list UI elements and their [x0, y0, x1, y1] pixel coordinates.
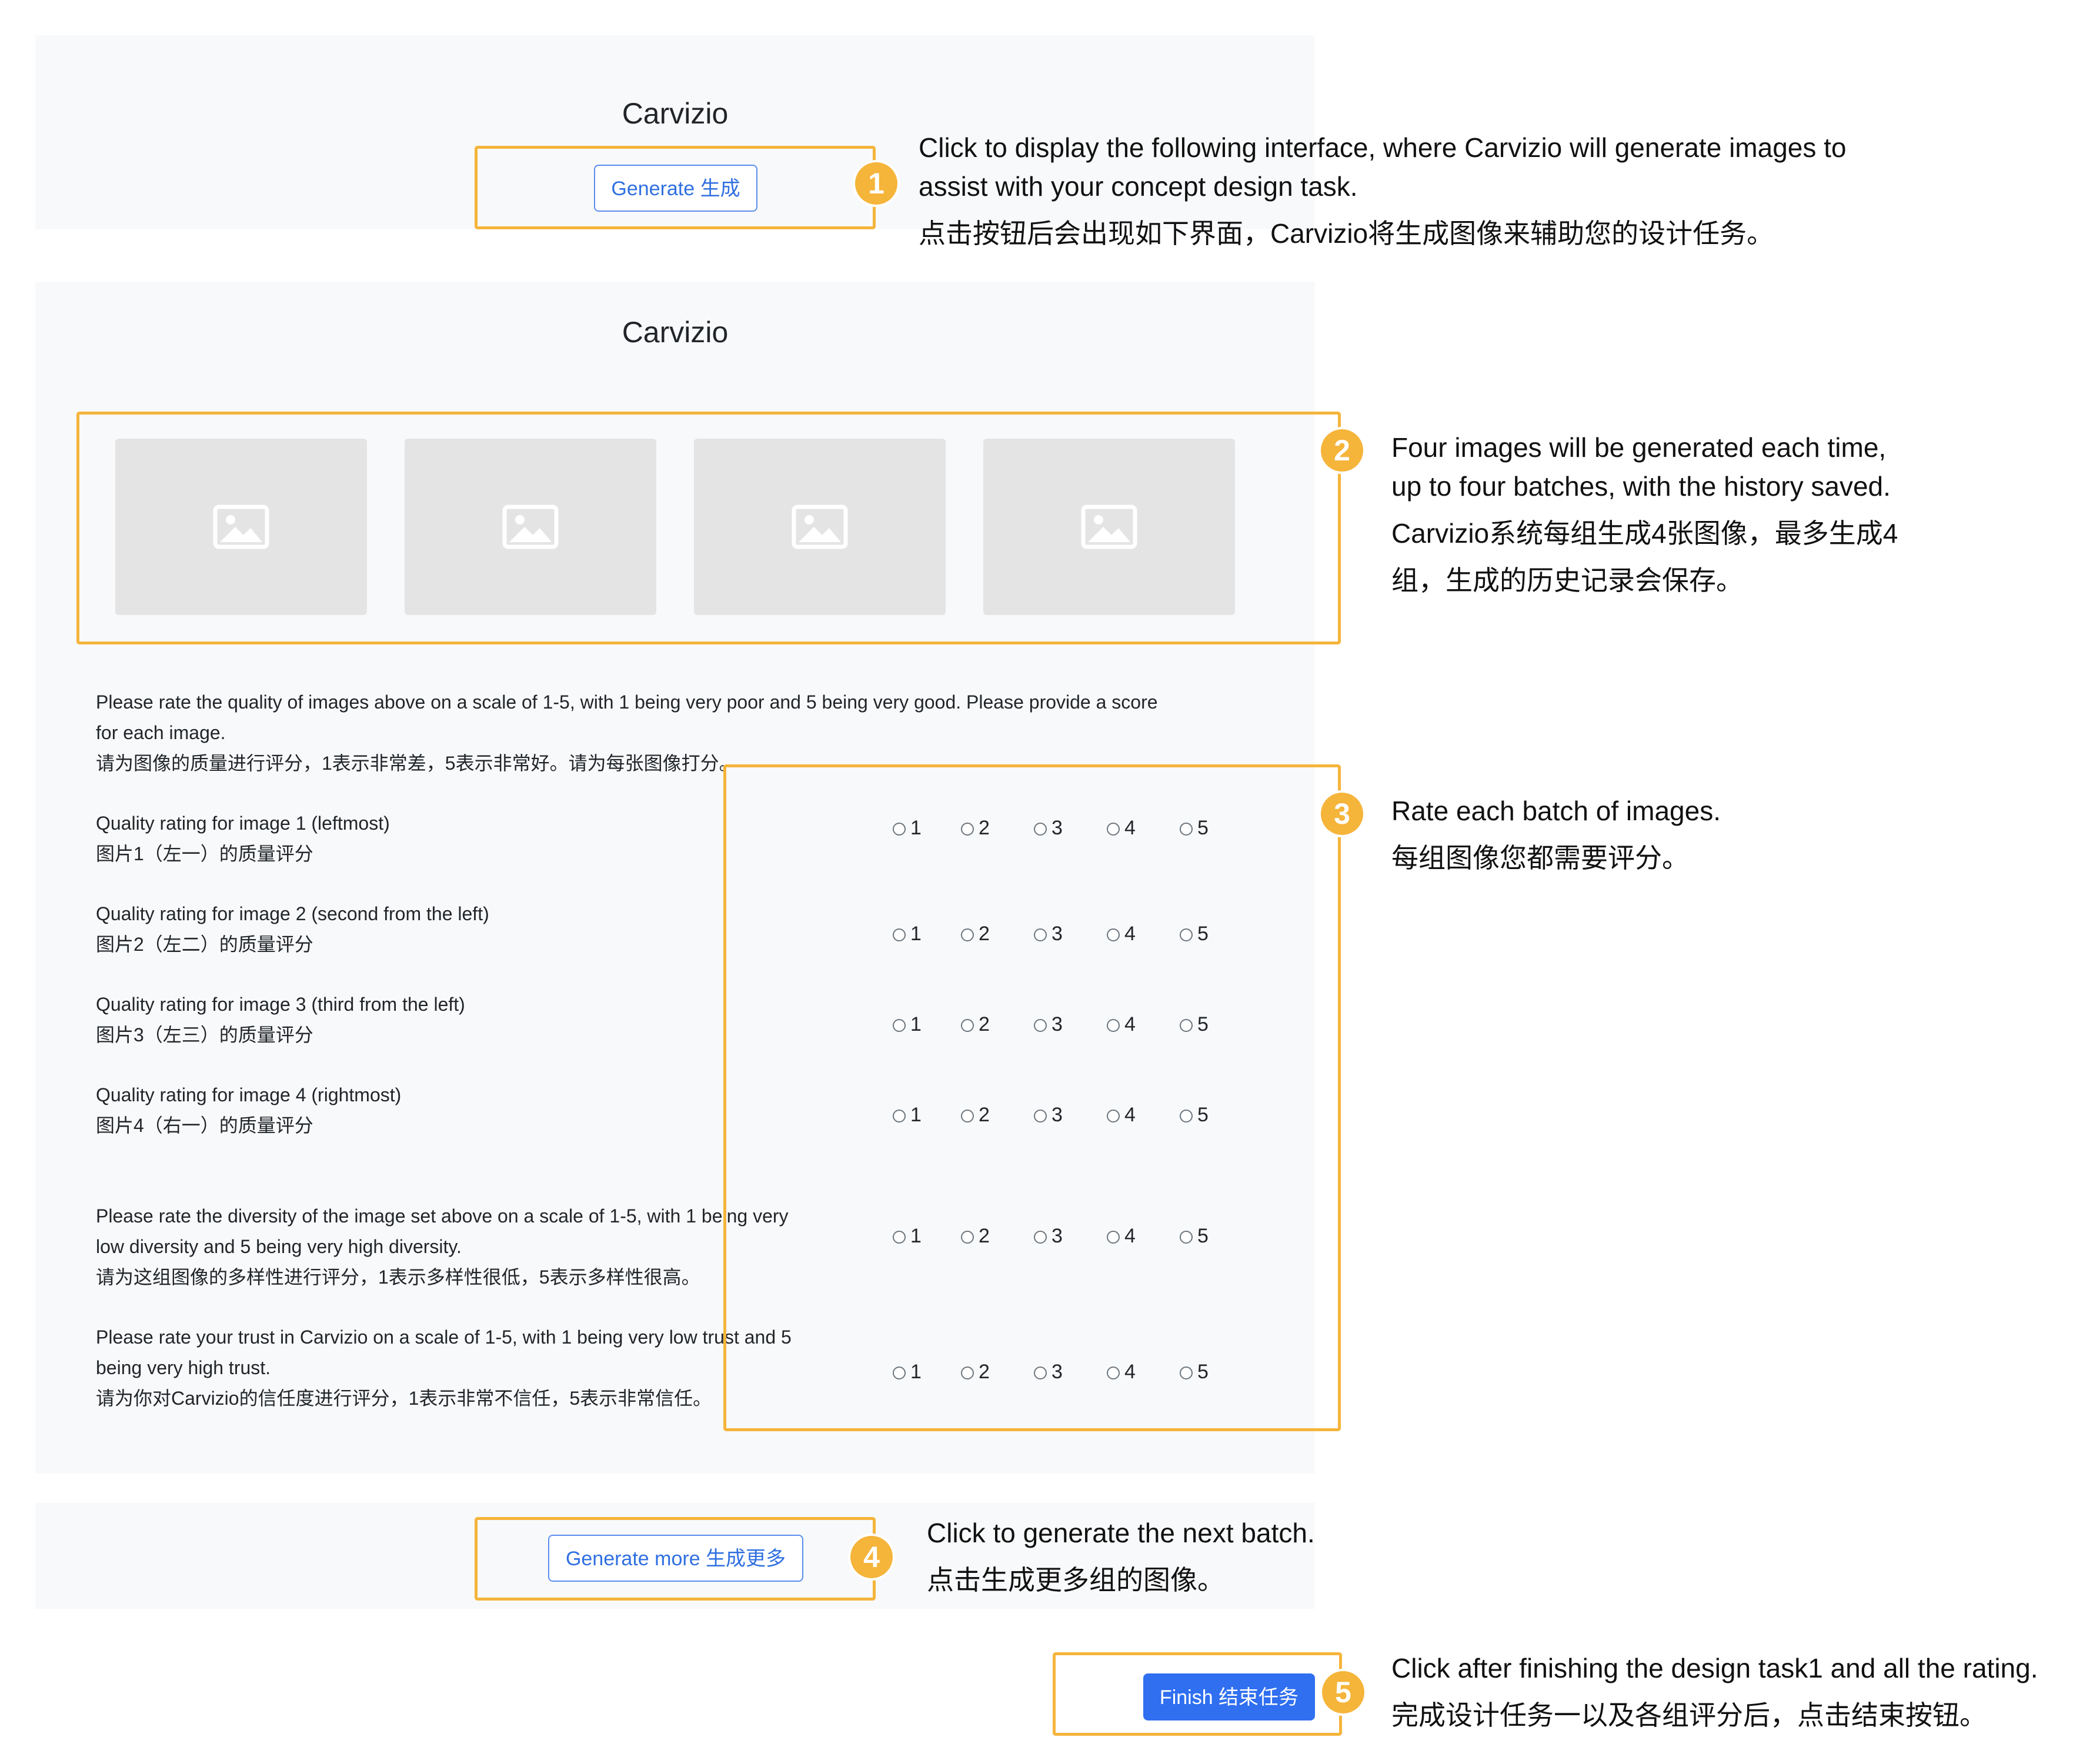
question-label-en-1: Please rate your trust in Carvizio on a …: [96, 1327, 792, 1348]
generate-more-button[interactable]: Generate more 生成更多: [548, 1535, 803, 1582]
question-diversity: Please rate the diversity of the image s…: [96, 1201, 789, 1292]
question-label-en: Quality rating for image 1 (leftmost): [96, 813, 390, 834]
image-placeholder-icon: [213, 505, 269, 549]
callout-step2-cn-1: Carvizio系统每组生成4张图像，最多生成4: [1391, 518, 1898, 549]
question-image-4: Quality rating for image 4 (rightmost) 图…: [96, 1080, 401, 1141]
question-image-2: Quality rating for image 2 (second from …: [96, 898, 489, 960]
callout-step3-cn: 每组图像您都需要评分。: [1391, 843, 1689, 873]
callout-step1-en-2: assist with your concept design task.: [919, 171, 1358, 202]
step-badge-3: 3: [1321, 793, 1363, 835]
question-label-en: Quality rating for image 2 (second from …: [96, 903, 489, 924]
rating-intro-en-2: for each image.: [96, 722, 226, 743]
callout-step3-en: Rate each batch of images.: [1391, 796, 1721, 826]
question-image-1: Quality rating for image 1 (leftmost) 图片…: [96, 808, 390, 869]
image-placeholder-2[interactable]: [405, 439, 656, 615]
callout-step4-en: Click to generate the next batch.: [927, 1518, 1315, 1548]
step-badge-5: 5: [1322, 1671, 1364, 1713]
step-badge-4: 4: [850, 1536, 893, 1578]
question-label-cn: 图片2（左二）的质量评分: [96, 934, 313, 955]
question-label-cn: 图片1（左一）的质量评分: [96, 843, 313, 864]
callout-step1-en-1: Click to display the following interface…: [919, 132, 1847, 163]
rating-intro-en-1: Please rate the quality of images above …: [96, 691, 1158, 713]
highlight-box-step3: [723, 764, 1341, 1431]
image-placeholder-icon: [502, 505, 559, 549]
question-label-cn: 图片3（左三）的质量评分: [96, 1024, 313, 1045]
question-label-cn: 图片4（右一）的质量评分: [96, 1115, 313, 1136]
callout-step1: Click to display the following interface…: [919, 128, 1847, 253]
generate-button[interactable]: Generate 生成: [594, 165, 757, 212]
image-placeholder-4[interactable]: [983, 439, 1235, 615]
question-label-en-1: Please rate the diversity of the image s…: [96, 1205, 789, 1227]
callout-step2: Four images will be generated each time,…: [1391, 428, 1898, 600]
question-label-cn: 请为你对Carvizio的信任度进行评分，1表示非常不信任，5表示非常信任。: [96, 1388, 712, 1409]
callout-step5: Click after finishing the design task1 a…: [1391, 1649, 2038, 1735]
question-trust: Please rate your trust in Carvizio on a …: [96, 1322, 792, 1414]
question-label-en: Quality rating for image 4 (rightmost): [96, 1084, 402, 1105]
finish-button[interactable]: Finish 结束任务: [1143, 1673, 1315, 1720]
question-image-3: Quality rating for image 3 (third from t…: [96, 989, 465, 1050]
app-title-main: Carvizio: [622, 316, 729, 349]
callout-step2-en-2: up to four batches, with the history sav…: [1391, 471, 1891, 502]
question-label-cn: 请为这组图像的多样性进行评分，1表示多样性很低，5表示多样性很高。: [96, 1267, 700, 1288]
callout-step4-cn: 点击生成更多组的图像。: [927, 1565, 1224, 1595]
callout-step2-cn-2: 组，生成的历史记录会保存。: [1391, 565, 1743, 596]
callout-step4: Click to generate the next batch. 点击生成更多…: [927, 1514, 1315, 1599]
image-placeholder-icon: [1081, 505, 1137, 549]
question-label-en-2: low diversity and 5 being very high dive…: [96, 1236, 462, 1257]
callout-step5-cn: 完成设计任务一以及各组评分后，点击结束按钮。: [1391, 1700, 1987, 1730]
callout-step5-en: Click after finishing the design task1 a…: [1391, 1653, 2038, 1683]
image-placeholder-3[interactable]: [694, 439, 946, 615]
step-badge-2: 2: [1321, 429, 1363, 472]
step-badge-1: 1: [855, 162, 897, 205]
callout-step2-en-1: Four images will be generated each time,: [1391, 432, 1887, 463]
question-label-en-2: being very high trust.: [96, 1357, 271, 1378]
callout-step3: Rate each batch of images. 每组图像您都需要评分。: [1391, 791, 1721, 877]
callout-step1-cn: 点击按钮后会出现如下界面，Carvizio将生成图像来辅助您的设计任务。: [919, 218, 1774, 249]
app-title: Carvizio: [622, 97, 729, 130]
question-label-en: Quality rating for image 3 (third from t…: [96, 994, 465, 1015]
image-placeholder-1[interactable]: [115, 439, 367, 615]
image-placeholder-icon: [792, 505, 848, 549]
